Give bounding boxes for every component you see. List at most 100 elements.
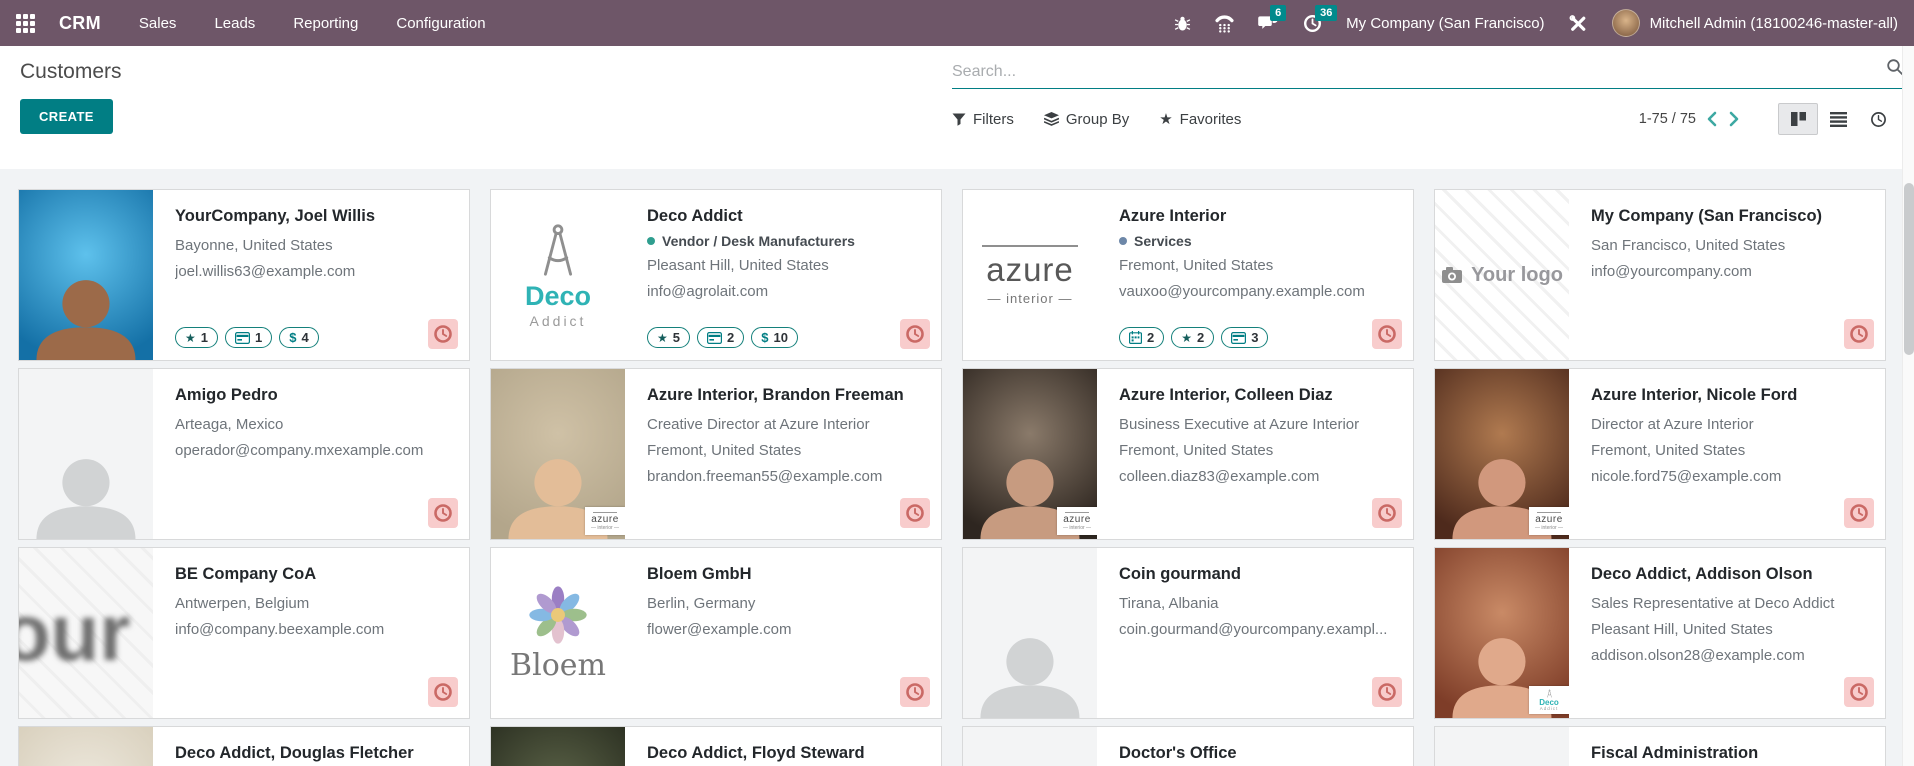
- messages-icon[interactable]: 6: [1258, 14, 1279, 32]
- scrollbar-thumb[interactable]: [1904, 183, 1914, 355]
- card-email: coin.gourmand@yourcompany.exampl...: [1119, 617, 1403, 643]
- card-badge-card[interactable]: 1: [225, 327, 272, 348]
- card-badge-star[interactable]: ★2: [1171, 327, 1214, 348]
- kanban-card[interactable]: Deco Addict, Floyd Steward: [490, 726, 942, 766]
- badge-count: 5: [673, 330, 680, 345]
- layers-icon: [1044, 112, 1059, 126]
- clock-icon: [1377, 682, 1397, 702]
- kanban-card[interactable]: azure— interior — Azure Interior, Brandon…: [490, 368, 942, 540]
- card-tag[interactable]: Vendor / Desk Manufacturers: [647, 233, 931, 249]
- kanban-card[interactable]: azure— interior — Azure Interior, Nicole …: [1434, 368, 1886, 540]
- badge-count: 3: [1251, 330, 1258, 345]
- card-badge-dollar[interactable]: $10: [751, 327, 798, 348]
- page-title: Customers: [20, 60, 952, 84]
- filters-button[interactable]: Filters: [952, 111, 1014, 128]
- kanban-card[interactable]: Deco Addict, Douglas Fletcher: [18, 726, 470, 766]
- activity-clock-icon[interactable]: [1372, 498, 1402, 528]
- badge-count: 2: [1197, 330, 1204, 345]
- activity-clock-icon[interactable]: [1372, 319, 1402, 349]
- card-badge-star[interactable]: ★5: [647, 327, 690, 348]
- menu-configuration[interactable]: Configuration: [396, 15, 485, 32]
- card-image: azure— interior —: [963, 190, 1097, 360]
- kanban-card[interactable]: Amigo PedroArteaga, Mexicooperador@compa…: [18, 368, 470, 540]
- pager-previous-icon[interactable]: [1706, 111, 1718, 127]
- card-email: info@yourcompany.com: [1591, 259, 1875, 285]
- apps-grid-icon[interactable]: [16, 14, 35, 33]
- clock-icon: [905, 324, 925, 344]
- user-menu[interactable]: Mitchell Admin (18100246-master-all): [1650, 15, 1898, 32]
- activities-clock-icon[interactable]: 36: [1303, 14, 1322, 33]
- kanban-card[interactable]: Fiscal Administration: [1434, 726, 1886, 766]
- card-title: Azure Interior, Brandon Freeman: [647, 386, 931, 405]
- top-navbar: CRM Sales Leads Reporting Configuration …: [0, 0, 1914, 46]
- kanban-card[interactable]: BloemBloem GmbHBerlin, Germanyflower@exa…: [490, 547, 942, 719]
- card-tag[interactable]: Services: [1119, 233, 1403, 249]
- card-title: BE Company CoA: [175, 565, 459, 584]
- support-tools-icon[interactable]: [1569, 14, 1588, 33]
- menu-sales[interactable]: Sales: [139, 15, 177, 32]
- card-badge-dollar[interactable]: $4: [279, 327, 318, 348]
- dollar-icon: $: [761, 331, 768, 344]
- card-location: Pleasant Hill, United States: [1591, 617, 1875, 643]
- pager-next-icon[interactable]: [1728, 111, 1740, 127]
- kanban-card[interactable]: ourBE Company CoAAntwerpen, Belgiuminfo@…: [18, 547, 470, 719]
- group-by-button[interactable]: Group By: [1044, 111, 1129, 128]
- card-title: Coin gourmand: [1119, 565, 1403, 584]
- bug-icon[interactable]: [1174, 15, 1191, 32]
- card-location: Tirana, Albania: [1119, 591, 1403, 617]
- card-image: azure— interior —: [491, 369, 625, 539]
- card-location: Antwerpen, Belgium: [175, 591, 459, 617]
- dollar-icon: $: [289, 331, 296, 344]
- card-title: Deco Addict, Addison Olson: [1591, 565, 1875, 584]
- create-button[interactable]: CREATE: [20, 99, 113, 134]
- search-input[interactable]: [952, 63, 1886, 81]
- activity-clock-icon[interactable]: [900, 319, 930, 349]
- card-title: Azure Interior, Nicole Ford: [1591, 386, 1875, 405]
- kanban-card[interactable]: Coin gourmand Tirana, Albaniacoin.gourman…: [962, 547, 1414, 719]
- activity-clock-icon[interactable]: [1844, 498, 1874, 528]
- kanban-card[interactable]: DecoAddictDeco Addict, Addison OlsonSale…: [1434, 547, 1886, 719]
- badge-count: 1: [201, 330, 208, 345]
- activity-clock-icon[interactable]: [428, 677, 458, 707]
- activity-clock-icon[interactable]: [1372, 677, 1402, 707]
- card-badge-star[interactable]: ★1: [175, 327, 218, 348]
- favorites-button[interactable]: ★ Favorites: [1159, 110, 1241, 128]
- card-location: Pleasant Hill, United States: [647, 253, 931, 279]
- activity-clock-icon[interactable]: [1844, 319, 1874, 349]
- control-panel: Customers CREATE Filters Group By: [0, 46, 1914, 169]
- card-email: addison.olson28@example.com: [1591, 643, 1875, 669]
- activity-clock-icon[interactable]: [1844, 677, 1874, 707]
- activity-view-button[interactable]: [1858, 103, 1898, 135]
- activities-count-badge: 36: [1315, 5, 1337, 21]
- card-badges: 2★23: [1119, 327, 1268, 348]
- kanban-view-button[interactable]: [1778, 103, 1818, 135]
- voip-phone-icon[interactable]: [1215, 14, 1234, 33]
- menu-reporting[interactable]: Reporting: [293, 15, 358, 32]
- activity-clock-icon[interactable]: [428, 498, 458, 528]
- azure-mini-logo: azure— interior —: [1529, 507, 1569, 535]
- activity-clock-icon[interactable]: [428, 319, 458, 349]
- kanban-card[interactable]: YourCompany, Joel WillisBayonne, United …: [18, 189, 470, 361]
- tag-label: Vendor / Desk Manufacturers: [662, 233, 855, 249]
- kanban-card[interactable]: azure— interior —Azure InteriorServicesF…: [962, 189, 1414, 361]
- user-avatar[interactable]: [1612, 9, 1640, 37]
- activity-clock-icon[interactable]: [900, 498, 930, 528]
- menu-leads[interactable]: Leads: [214, 15, 255, 32]
- app-name[interactable]: CRM: [59, 13, 101, 34]
- kanban-card[interactable]: DecoAddictDeco AddictVendor / Desk Manuf…: [490, 189, 942, 361]
- card-image: DecoAddict: [1435, 548, 1569, 718]
- card-badges: ★11$4: [175, 327, 319, 348]
- kanban-card[interactable]: Doctor's Office: [962, 726, 1414, 766]
- kanban-card[interactable]: Your logoMy Company (San Francisco)San F…: [1434, 189, 1886, 361]
- card-badge-card[interactable]: 3: [1221, 327, 1268, 348]
- clock-icon: [905, 503, 925, 523]
- card-badge-card[interactable]: 2: [697, 327, 744, 348]
- company-switcher[interactable]: My Company (San Francisco): [1346, 15, 1544, 32]
- list-view-button[interactable]: [1818, 103, 1858, 135]
- activity-clock-icon[interactable]: [900, 677, 930, 707]
- card-badge-calendar[interactable]: 2: [1119, 327, 1164, 348]
- kanban-card[interactable]: azure— interior —Azure Interior, Colleen…: [962, 368, 1414, 540]
- card-body: Deco Addict, Addison OlsonSales Represen…: [1569, 548, 1885, 718]
- clock-icon: [433, 682, 453, 702]
- card-image: Your logo: [1435, 190, 1569, 360]
